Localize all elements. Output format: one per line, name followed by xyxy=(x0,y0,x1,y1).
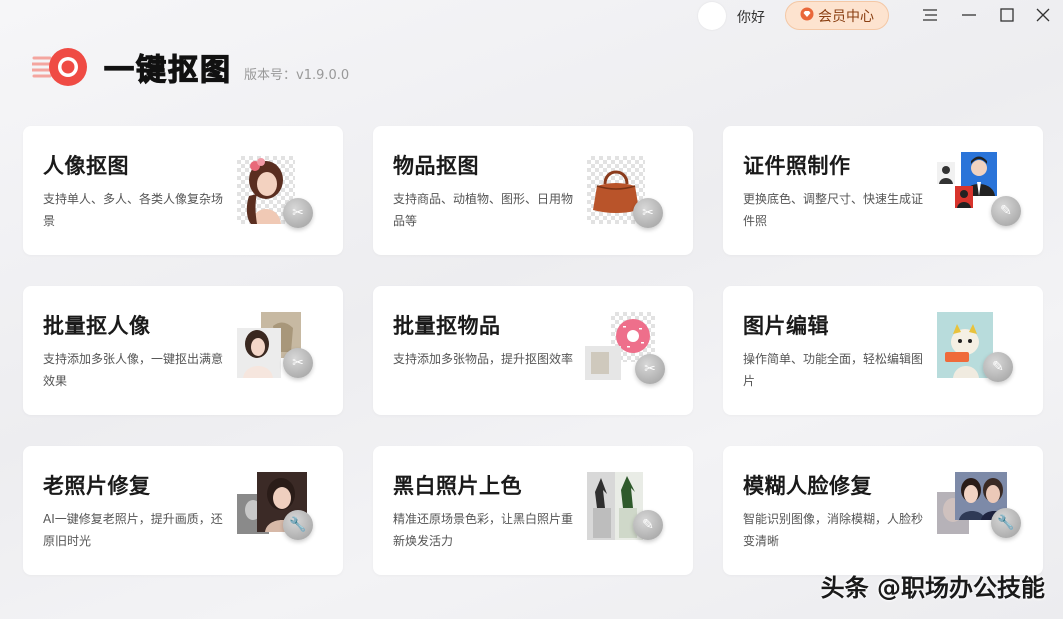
pencil-icon: ✎ xyxy=(991,196,1021,226)
minimize-button[interactable] xyxy=(956,4,982,26)
card-title: 图片编辑 xyxy=(743,314,829,338)
pencil-icon: ✎ xyxy=(983,352,1013,382)
vip-center-button[interactable]: 会员中心 xyxy=(785,1,889,30)
version-text: 版本号：v1.9.0.0 xyxy=(244,67,350,83)
card-desc: 操作简单、功能全面，轻松编辑图片 xyxy=(743,352,924,388)
card-title: 黑白照片上色 xyxy=(393,474,522,498)
card-title: 人像抠图 xyxy=(43,154,129,178)
card-id-photo[interactable]: 证件照制作 更换底色、调整尺寸、快速生成证件照 ✎ xyxy=(723,126,1043,255)
card-batch-object[interactable]: 批量抠物品 支持添加多张物品，提升抠图效率 ✂ xyxy=(373,286,693,415)
blur-face-thumbnail: 🔧 xyxy=(937,472,1021,548)
card-object-cutout[interactable]: 物品抠图 支持商品、动植物、图形、日用物品等 ✂ xyxy=(373,126,693,255)
maximize-icon xyxy=(1000,8,1014,22)
menu-button[interactable] xyxy=(917,4,943,26)
card-title: 模糊人脸修复 xyxy=(743,474,872,498)
app-logo: 一键抠图 版本号：v1.9.0.0 xyxy=(30,46,350,89)
card-desc: 支持商品、动植物、图形、日用物品等 xyxy=(393,192,574,228)
handbag-thumbnail: ✂ xyxy=(587,152,663,228)
card-desc: 更换底色、调整尺寸、快速生成证件照 xyxy=(743,192,924,228)
card-portrait-cutout[interactable]: 人像抠图 支持单人、多人、各类人像复杂场景 ✂ xyxy=(23,126,343,255)
batch-object-thumbnail: ✂ xyxy=(585,312,665,388)
card-batch-portrait[interactable]: 批量抠人像 支持添加多张人像，一键抠出满意效果 ✂ xyxy=(23,286,343,415)
card-title: 批量抠人像 xyxy=(43,314,151,338)
card-title: 物品抠图 xyxy=(393,154,479,178)
scissors-icon: ✂ xyxy=(283,348,313,378)
feature-grid: 人像抠图 支持单人、多人、各类人像复杂场景 ✂ 物品抠图 支持商品、动植物、图形… xyxy=(23,126,1043,575)
scissors-icon: ✂ xyxy=(635,354,665,384)
watermark-text: 头条 @职场办公技能 xyxy=(820,574,1045,602)
card-desc: AI一键修复老照片，提升画质，还原旧时光 xyxy=(43,512,223,548)
old-photo-thumbnail: 🔧 xyxy=(237,472,313,548)
colorize-thumbnail: ✎ xyxy=(587,472,663,548)
card-colorize-photo[interactable]: 黑白照片上色 精准还原场景色彩，让黑白照片重新焕发活力 ✎ xyxy=(373,446,693,575)
card-image-edit[interactable]: 图片编辑 操作简单、功能全面，轻松编辑图片 ✎ xyxy=(723,286,1043,415)
portrait-thumbnail: ✂ xyxy=(237,152,313,228)
batch-portrait-thumbnail: ✂ xyxy=(237,312,313,388)
card-desc: 支持单人、多人、各类人像复杂场景 xyxy=(43,192,224,228)
close-icon xyxy=(1036,8,1050,22)
scissors-icon: ✂ xyxy=(283,198,313,228)
app-title: 一键抠图 xyxy=(103,52,232,88)
wrench-icon: 🔧 xyxy=(283,510,313,540)
user-avatar[interactable] xyxy=(698,2,726,30)
id-photo-thumbnail: ✎ xyxy=(937,152,1021,228)
card-title: 证件照制作 xyxy=(743,154,851,178)
card-desc: 支持添加多张人像，一键抠出满意效果 xyxy=(43,352,224,388)
hamburger-icon xyxy=(923,9,937,21)
card-title: 批量抠物品 xyxy=(393,314,501,338)
greeting-text: 你好 xyxy=(737,10,765,26)
card-title: 老照片修复 xyxy=(43,474,151,498)
vip-center-label: 会员中心 xyxy=(818,8,874,25)
minimize-icon xyxy=(962,14,976,16)
maximize-button[interactable] xyxy=(994,4,1020,26)
image-edit-thumbnail: ✎ xyxy=(937,312,1013,388)
close-button[interactable] xyxy=(1030,4,1056,26)
wrench-icon: 🔧 xyxy=(991,508,1021,538)
pencil-icon: ✎ xyxy=(633,510,663,540)
scissors-icon: ✂ xyxy=(633,198,663,228)
gem-icon xyxy=(800,7,814,25)
card-desc: 智能识别图像，消除模糊，人脸秒变清晰 xyxy=(743,512,924,548)
card-desc: 精准还原场景色彩，让黑白照片重新焕发活力 xyxy=(393,512,574,548)
logo-mark-icon xyxy=(30,46,90,88)
card-old-photo-restore[interactable]: 老照片修复 AI一键修复老照片，提升画质，还原旧时光 🔧 xyxy=(23,446,343,575)
card-blur-face-restore[interactable]: 模糊人脸修复 智能识别图像，消除模糊，人脸秒变清晰 🔧 xyxy=(723,446,1043,575)
card-desc: 支持添加多张物品，提升抠图效率 xyxy=(393,352,574,366)
